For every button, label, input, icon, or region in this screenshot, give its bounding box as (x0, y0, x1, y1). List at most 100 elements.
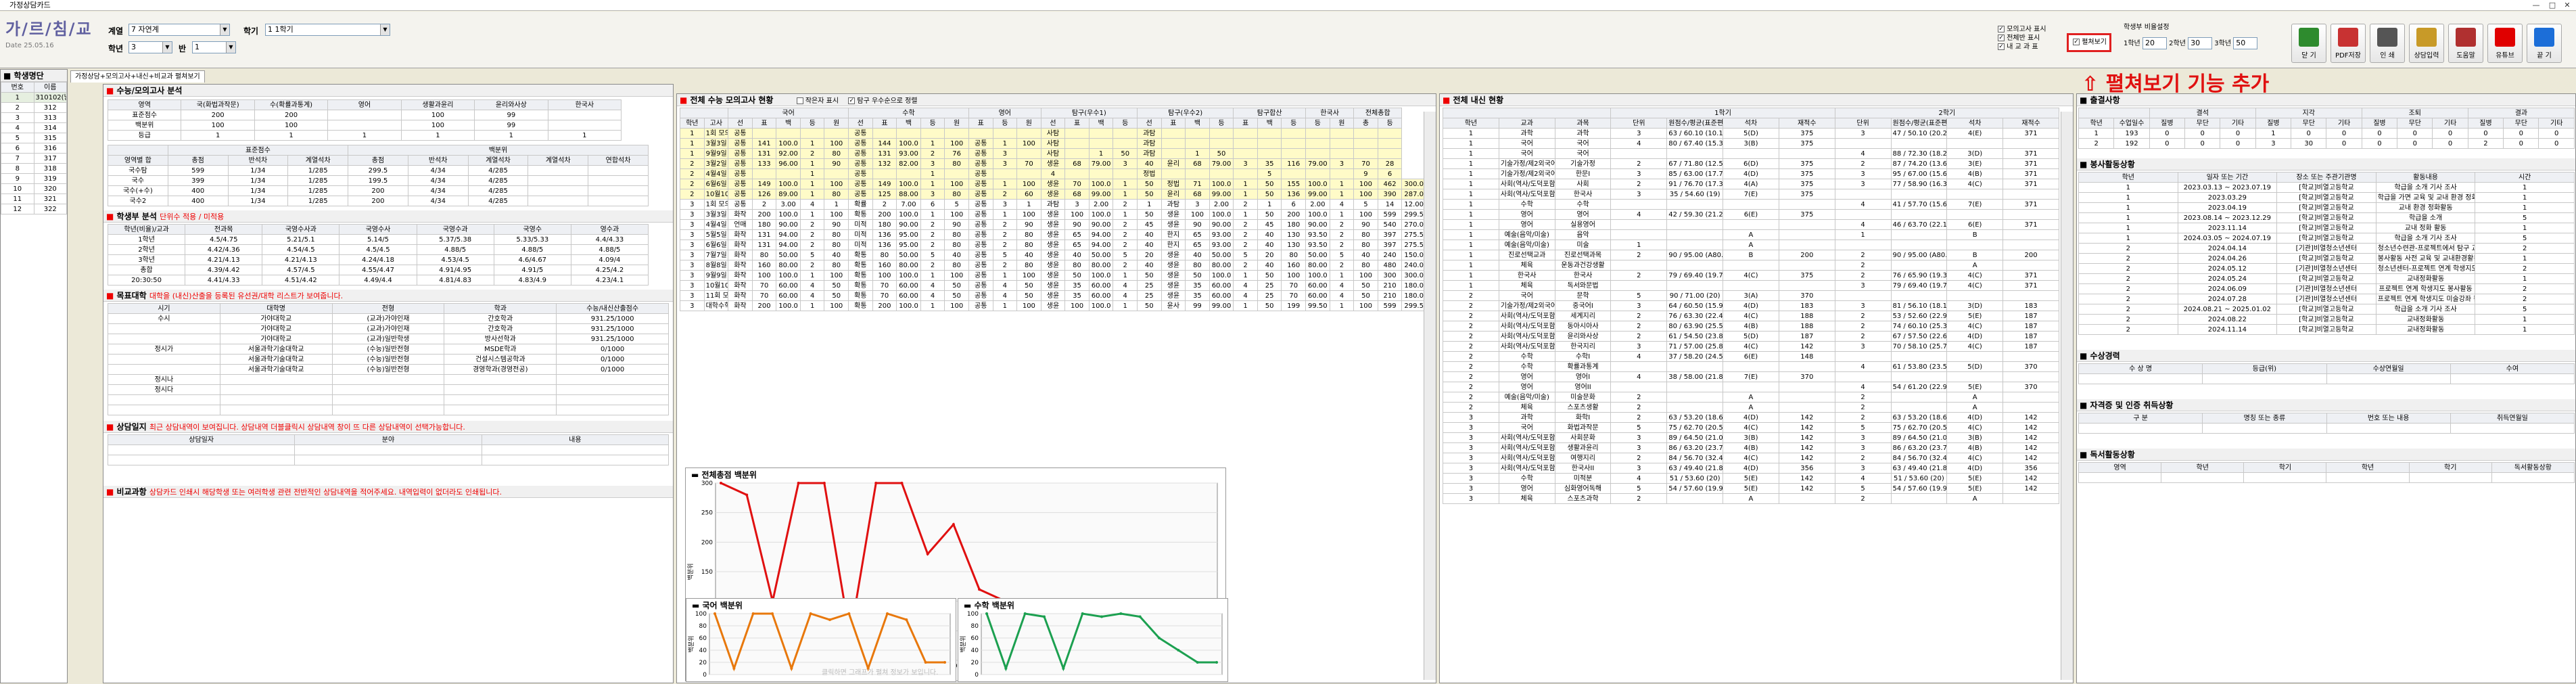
mock-opt1-checkbox[interactable] (796, 97, 803, 104)
naesin-row[interactable]: 2 수학 확률과통계 4 61 / 53.80 (23.5) 5(D) 370 (1443, 361, 2059, 372)
goal-row[interactable]: 가야대학교 (교과)일반학생 방사선학과 931.25/1000 (108, 334, 669, 344)
grade-row[interactable]: 2학년 4.42/4.36 4.54/4.5 4.5/4.5 4.88/5 4.88/5 4… (107, 244, 649, 255)
mock-row[interactable]: 19월9일 인천시공통13192.00280공통13193.00276공통3사탐… (680, 148, 1426, 159)
student-row[interactable]: 7 317 (1, 153, 67, 164)
mock-row[interactable]: 38월8일 인천시화작16080.00280확통16080.00280공통280… (680, 260, 1426, 271)
naesin-row[interactable]: 1 영어 실용영어 4 46 / 63.70 (22.1) 6(E) 371 (1443, 219, 2059, 230)
y1-input[interactable]: 20 (2142, 37, 2167, 49)
naesin-row[interactable]: 1기술가정/제2외국어/한문/교양한문I385 / 63.00 (17.7)4(… (1443, 168, 2059, 179)
naesin-row[interactable]: 2 사회(역사/도덕포함) 한국지리 3 71 / 57.00 (25.8) 4(C) 14… (1443, 341, 2059, 352)
student-row[interactable]: 1310102(남) (1, 92, 67, 103)
naesin-row[interactable]: 1 예술(음악/미술) 음악 A 1 B (1443, 229, 2059, 240)
student-row[interactable]: 9 319 (1, 173, 67, 184)
close-button[interactable]: 닫 기 (2291, 24, 2326, 63)
math-chart-box[interactable]: ▬ 수학 백분위 0 20 40 60 80 100 백분위 (958, 598, 1228, 682)
attend-row[interactable]: 1 193 0 0 0 1 0 0 0 0 0 0 0 0 (2078, 128, 2575, 139)
naesin-row[interactable]: 1 국어 국어 4 88 / 72.30 (18.2) 3(D) 371 (1443, 148, 2059, 159)
youtube-button[interactable]: 유튜브 (2487, 24, 2523, 63)
mock-row[interactable]: 3대학수학능력시험화작200100.01100확통200100.01100공통1… (680, 300, 1426, 311)
fold-checkbox[interactable]: ✓ (2073, 39, 2080, 45)
y2-input[interactable]: 30 (2188, 37, 2213, 49)
mock-row[interactable]: 35월5일 서울시화작13194.00280미적13695.00280공통280… (680, 229, 1426, 240)
yeongyeok-row[interactable]: 국수탐 599 1/34 1/285 299.5 4/34 4/285 (108, 165, 649, 176)
goal-row[interactable]: 수시 가야대학교 (교과)가야인재 간호학과 931.25/1000 (108, 313, 669, 324)
goal-row[interactable]: 서울과학기술대학교 (수능)일반전형 경영학과(경영전공) 0/1000 (108, 364, 669, 375)
minimize-icon[interactable]: — (2529, 1, 2544, 9)
naesin-row[interactable]: 1 과학 과학 3 63 / 60.10 (10.1) 5(D) 375 3 47 / 50.1… (1443, 128, 2059, 139)
mock-opt2-checkbox[interactable]: ✓ (848, 97, 856, 104)
student-row[interactable]: 12 322 (1, 204, 67, 214)
blank-row[interactable] (107, 455, 670, 465)
naesin-row[interactable]: 3 사회(역사/도덕포함) 생활과윤리 3 86 / 63.20 (23.7) 4(B) 1… (1443, 442, 2059, 453)
nae-checkbox[interactable]: ✓ (1998, 43, 2005, 50)
suneung-row[interactable]: 표준점수 200 200 100 99 (107, 110, 622, 120)
naesin-row[interactable]: 3 사회(역사/도덕포함) 사회문화 3 89 / 64.50 (21.0) 3(B) 14… (1443, 432, 2059, 443)
naesin-row[interactable]: 3 사회(역사/도덕포함) 여행지리 2 84 / 56.70 (32.4) 4(C) 14… (1443, 453, 2059, 463)
naesin-row[interactable]: 1진로선택교과진로선택과목290 / 95.00 (A80.0,B10.0,C1… (1443, 250, 2059, 260)
attend-row[interactable]: 2 192 0 0 0 3 30 0 0 0 0 2 0 0 (2078, 138, 2575, 149)
naesin-row[interactable]: 2 국어 문학 5 90 / 71.00 (20) 3(A) 370 (1443, 290, 2059, 301)
grade-row[interactable]: 3학년 4.21/4.13 4.21/4.13 4.24/4.18 4.53/4.5 4.… (107, 254, 649, 265)
close-icon[interactable]: ✕ (2560, 1, 2575, 9)
blank-row[interactable] (108, 394, 669, 405)
volunteer-row[interactable]: 1 2023.03.29 [학교]비열고등학교 학급을 가면 교육 및 교내 환경 정… (2078, 192, 2575, 203)
blank-row[interactable] (108, 405, 669, 415)
volunteer-row[interactable]: 1 2023.04.19 [학교]비열고등학교 교내 환경 정화활동 1 (2078, 202, 2575, 213)
grade-row[interactable]: 20:30:50 4.41/4.33 4.51/4.42 4.49/4.4 4.81/4… (107, 275, 649, 286)
mock-row[interactable]: 23월2일 서울시공통13396.00190공통13282.00380공통370… (680, 158, 1426, 169)
naesin-row[interactable]: 2 수학 수학I 4 37 / 58.20 (24.5) 6(E) 148 (1443, 351, 2059, 362)
student-row[interactable]: 6 316 (1, 143, 67, 154)
mock-scrollbar-track[interactable] (1424, 112, 1436, 680)
naesin-row[interactable]: 3 국어 화법과작문 5 75 / 62.70 (20.5) 4(C) 142 5 75 / 6… (1443, 422, 2059, 433)
naesin-row[interactable]: 1기술가정/제2외국어/한문/교양기술가정267 / 71.80 (12.5)6… (1443, 158, 2059, 169)
naesin-row[interactable]: 1 체육 독서와문법 3 79 / 69.40 (19.7) 4(C) 371 (1443, 280, 2059, 291)
nae-option[interactable]: ✓ 내 교 과 표 (1998, 43, 2046, 51)
naesin-row[interactable]: 1 한국사 한국사 2 79 / 69.40 (19.7) 4(C) 375 2 76 / 65… (1443, 270, 2059, 281)
naesin-row[interactable]: 3 체육 스포츠과학 2 A 2 A (1443, 493, 2059, 504)
mock-row[interactable]: 210월10일 경기도공통12689.00180공통12588.00380공통2… (680, 189, 1426, 200)
volunteer-row[interactable]: 1 2023.08.14 ~ 2023.12.29 [학교]비열고등학교 학급을 소개… (2078, 212, 2575, 223)
mock-row[interactable]: 311회 모의고사화작7060.00450확통7060.00450공통450생윤… (680, 290, 1426, 301)
goal-row[interactable]: 정시나 (108, 374, 669, 385)
mock-row[interactable]: 310월10일 서울시화작7060.00450확통7060.00450공통450… (680, 280, 1426, 291)
mock-row[interactable]: 39월9일 평가원화작100100.01100확통100100.01100공통1… (680, 270, 1426, 281)
volunteer-row[interactable]: 2 2024.05.24 [학교]비열고등학교 교내정화활동 1 (2078, 273, 2575, 284)
volunteer-row[interactable]: 1 2023.11.14 [학교]비열고등학교 교내 정화 활동 1 (2078, 223, 2575, 233)
naesin-row[interactable]: 1 체육 운동과건강생활 2 A (1443, 260, 2059, 271)
volunteer-row[interactable]: 2 2024.06.09 [기관]비열청소년센터 프로젝트 연계 학생지도 봉사활동 2 (2078, 283, 2575, 294)
blank-row[interactable] (2078, 373, 2575, 384)
naesin-row[interactable]: 3 영어 심화영어독해 5 54 / 57.60 (19.9) 5(E) 142 5 54 / … (1443, 483, 2059, 494)
naesin-row[interactable]: 3 과학 화학I 2 63 / 53.20 (18.6) 4(D) 142 2 63 / 53.… (1443, 412, 2059, 423)
naesin-row[interactable]: 2 사회(역사/도덕포함) 윤리와사상 2 61 / 54.50 (23.8) 5(D) 1… (1443, 331, 2059, 342)
naesin-row[interactable]: 2 사회(역사/도덕포함) 세계지리 2 76 / 63.30 (22.4) 4(C) 18… (1443, 311, 2059, 321)
yeongyeok-row[interactable]: 국수 399 1/34 1/285 199.5 4/34 4/285 (108, 175, 649, 186)
naesin-row[interactable]: 1 영어 영어 4 42 / 59.30 (21.2) 6(E) 375 (1443, 209, 2059, 220)
student-row[interactable]: 2 312 (1, 102, 67, 113)
naesin-row[interactable]: 2 영어 영어II 4 54 / 61.20 (22.9) 5(E) 370 (1443, 382, 2059, 392)
print-button[interactable]: 인 쇄 (2370, 24, 2405, 63)
naesin-row[interactable]: 3 수학 미적분 4 51 / 53.60 (20) 5(E) 142 4 51 / 53.60… (1443, 473, 2059, 484)
naesin-row[interactable]: 2 예술(음악/미술) 미술문화 2 A 2 A (1443, 392, 2059, 403)
naesin-row[interactable]: 2 체육 스포츠생활 2 A 2 A (1443, 402, 2059, 413)
volunteer-row[interactable]: 2 2024.08.22 [학교]비열고등학교 교내정화활동 1 (2078, 314, 2575, 325)
grade-select[interactable]: 3 ▼ (128, 41, 172, 53)
mock-row[interactable]: 37월7일 경기도화작8050.00540확통8050.00540공통540생윤… (680, 250, 1426, 260)
mock-row[interactable]: 31회 모의고사공통23.0041확률27.0065공통31과탐32.0021과… (680, 199, 1426, 210)
naesin-row[interactable]: 2기술가정/제2외국어/한문/교양중국어I364 / 60.50 (15.9)4… (1443, 300, 2059, 311)
yeongyeok-row[interactable]: 국수(+수) 400 1/34 1/285 200 4/34 4/285 (108, 185, 649, 196)
mock-opt2[interactable]: ✓ 탐구 우수순으로 정렬 (848, 97, 918, 105)
mock-row[interactable]: 24월4일 부산시공통1공통1공통4정법596 (680, 168, 1426, 179)
student-row[interactable]: 8 318 (1, 163, 67, 174)
mock-checkbox[interactable]: ✓ (1998, 26, 2005, 32)
student-row[interactable]: 5 315 (1, 133, 67, 143)
naesin-row[interactable]: 2 영어 영어I 4 38 / 58.00 (21.8) 7(E) 370 (1443, 371, 2059, 382)
grade-row[interactable]: 1학년 4.5/4.75 5.21/5.1 5.14/5 5.37/5.38 5.33/5… (107, 234, 649, 245)
volunteer-row[interactable]: 2 2024.04.26 [학교]비열고등학교 봉사활동 사전 교육 및 교내환경활동… (2078, 253, 2575, 264)
mock-scrollbar[interactable] (1424, 112, 1436, 680)
suneung-row[interactable]: 등급 1 1 1 1 1 1 (107, 130, 622, 141)
guide-button[interactable]: 도움말 (2448, 24, 2483, 63)
naesin-scrollbar-track[interactable] (2061, 112, 2073, 680)
naesin-row[interactable]: 1 국어 국어 4 80 / 67.40 (15.3) 3(B) 375 (1443, 138, 2059, 149)
allban-option[interactable]: ✓ 전체반 표시 (1998, 34, 2046, 43)
fold-option-highlight[interactable]: ✓ 펼쳐보기 (2067, 33, 2111, 52)
